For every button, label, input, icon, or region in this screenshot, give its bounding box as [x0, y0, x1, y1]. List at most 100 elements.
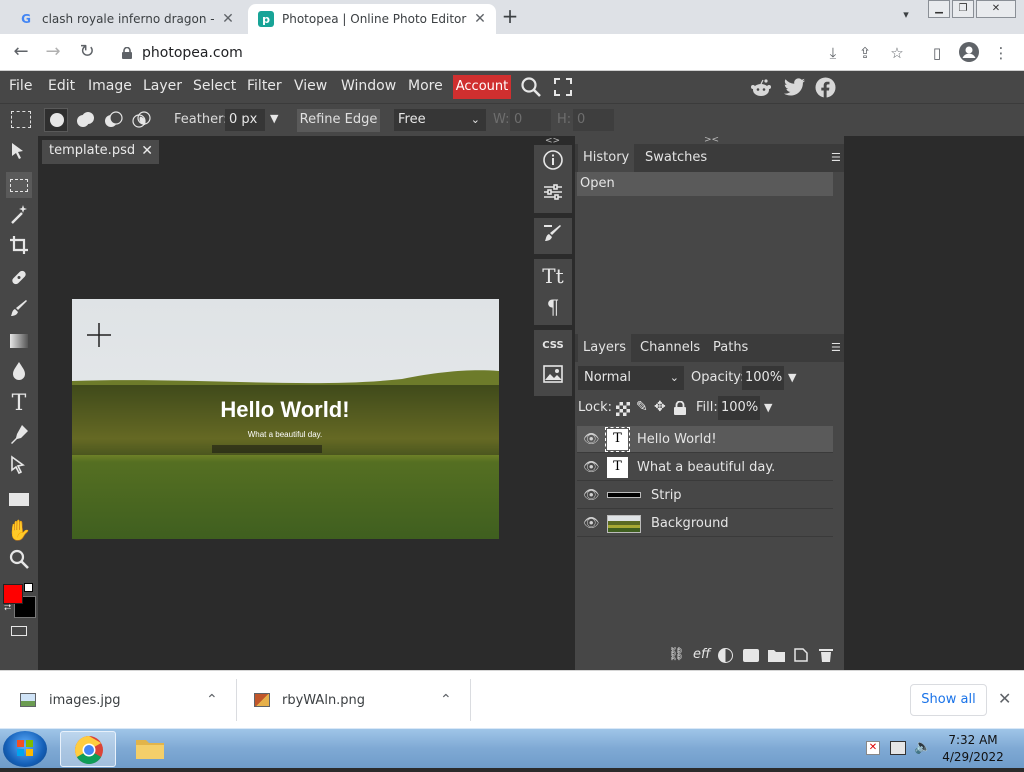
move-tool-icon[interactable] — [6, 140, 32, 166]
refine-edge-button[interactable]: Refine Edge — [297, 109, 380, 132]
swap-colors-icon[interactable]: ⮂ — [4, 603, 11, 613]
reload-button[interactable]: ↻ — [74, 40, 100, 66]
zoom-tool-icon[interactable] — [6, 548, 32, 574]
menu-image[interactable]: Image — [88, 71, 132, 103]
marquee-tool-icon[interactable] — [11, 111, 31, 128]
network-icon[interactable] — [890, 741, 906, 755]
hand-tool-icon[interactable]: ✋ — [6, 517, 32, 543]
menu-file[interactable]: File — [9, 71, 32, 103]
type-tool-icon[interactable]: T — [6, 391, 32, 417]
eye-icon[interactable]: 👁 — [583, 482, 600, 509]
brush-tool-icon[interactable] — [6, 297, 32, 323]
magic-wand-icon[interactable] — [6, 203, 32, 229]
panel-menu-icon[interactable]: ☰ — [826, 334, 846, 362]
info-icon[interactable] — [539, 149, 567, 177]
link-layers-icon[interactable]: ⛓ — [668, 647, 685, 662]
taskbar-explorer-button[interactable] — [122, 731, 178, 767]
volume-icon[interactable]: 🔈 — [914, 739, 931, 755]
menu-layer[interactable]: Layer — [143, 71, 182, 103]
close-window-button[interactable]: ✕ — [976, 0, 1016, 18]
chevron-up-icon[interactable]: ⌃ — [206, 692, 218, 708]
eye-icon[interactable]: 👁 — [583, 426, 600, 453]
feather-input[interactable]: 0 px — [225, 109, 265, 131]
fill-dropdown-icon[interactable]: ▼ — [764, 401, 772, 414]
feather-dropdown-icon[interactable]: ▼ — [270, 112, 278, 125]
intersect-selection-mode-button[interactable] — [130, 109, 152, 131]
delete-layer-icon[interactable] — [818, 647, 834, 667]
layer-row[interactable]: 👁 T What a beautiful day. — [577, 454, 833, 481]
lock-transparency-icon[interactable] — [616, 402, 630, 416]
gradient-tool-icon[interactable] — [6, 328, 32, 354]
reddit-icon[interactable] — [750, 78, 772, 102]
account-button[interactable]: Account — [453, 75, 511, 99]
adjustments-icon[interactable] — [539, 181, 567, 209]
tab-history[interactable]: History — [578, 144, 635, 172]
taskbar-clock[interactable]: 7:32 AM 4/29/2022 — [936, 732, 1010, 766]
tab-paths[interactable]: Paths — [708, 334, 753, 362]
document-canvas[interactable]: Hello World! What a beautiful day. — [72, 299, 499, 539]
style-select[interactable]: Free ⌄ — [394, 109, 486, 131]
pen-tool-icon[interactable] — [6, 423, 32, 449]
menu-edit[interactable]: Edit — [48, 71, 75, 103]
subtract-selection-mode-button[interactable] — [102, 109, 124, 131]
chrome-menu-icon[interactable]: ⋮ — [990, 42, 1012, 64]
lock-position-icon[interactable]: ✥ — [654, 399, 666, 415]
image-icon[interactable] — [539, 364, 567, 392]
show-all-downloads-button[interactable]: Show all — [910, 684, 987, 716]
forward-button[interactable]: → — [40, 40, 66, 66]
quick-mask-icon[interactable] — [11, 626, 27, 636]
opacity-input[interactable]: 100% — [742, 366, 784, 390]
lock-all-icon[interactable] — [674, 400, 686, 419]
menu-window[interactable]: Window — [341, 71, 396, 103]
install-app-icon[interactable]: ⤓ — [822, 42, 844, 64]
close-document-icon[interactable]: ✕ — [141, 140, 153, 162]
eye-icon[interactable]: 👁 — [583, 454, 600, 481]
rectangle-tool-icon[interactable] — [6, 486, 32, 512]
menu-select[interactable]: Select — [193, 71, 236, 103]
twitter-icon[interactable] — [784, 78, 806, 101]
character-icon[interactable]: Tt — [539, 262, 567, 290]
eye-icon[interactable]: 👁 — [583, 510, 600, 537]
new-tab-button[interactable]: + — [500, 6, 520, 28]
crop-tool-icon[interactable] — [6, 234, 32, 260]
start-button[interactable] — [3, 731, 47, 767]
close-tab-icon[interactable]: ✕ — [218, 11, 238, 27]
menu-view[interactable]: View — [294, 71, 327, 103]
fill-input[interactable]: 100% — [718, 396, 760, 420]
brush-settings-icon[interactable] — [539, 222, 567, 250]
blend-mode-select[interactable]: Normal ⌄ — [578, 366, 684, 390]
lock-pixels-icon[interactable]: ✎ — [636, 399, 648, 415]
css-icon[interactable]: CSS — [539, 332, 567, 360]
path-select-icon[interactable] — [6, 454, 32, 480]
history-item[interactable]: Open — [577, 172, 833, 196]
adjustment-layer-icon[interactable] — [718, 648, 733, 663]
tab-search-icon[interactable]: ▾ — [898, 8, 914, 24]
add-selection-mode-button[interactable] — [74, 109, 96, 131]
close-downloads-icon[interactable]: ✕ — [998, 689, 1011, 708]
layer-mask-icon[interactable] — [743, 649, 759, 662]
download-item[interactable]: rbyWAln.png ⌃ — [254, 671, 464, 729]
tab-channels[interactable]: Channels — [635, 334, 705, 362]
menu-filter[interactable]: Filter — [247, 71, 282, 103]
new-layer-icon[interactable] — [793, 647, 809, 667]
menu-more[interactable]: More — [408, 71, 443, 103]
bookmark-star-icon[interactable]: ☆ — [886, 42, 908, 64]
foreground-color-swatch[interactable] — [3, 584, 23, 604]
layer-effects-icon[interactable]: eff — [693, 647, 710, 662]
paragraph-icon[interactable]: ¶ — [539, 293, 567, 321]
url-field[interactable]: photopea.com — [108, 39, 908, 67]
minimize-button[interactable]: ▁ — [928, 0, 950, 18]
layer-row[interactable]: 👁 T Hello World! — [577, 426, 833, 453]
marquee-tool-icon[interactable] — [6, 172, 32, 198]
restore-button[interactable]: ❐ — [952, 0, 974, 18]
tab-swatches[interactable]: Swatches — [640, 144, 712, 172]
healing-brush-icon[interactable] — [6, 266, 32, 292]
layer-row[interactable]: 👁 Background — [577, 510, 833, 537]
close-tab-icon[interactable]: ✕ — [470, 11, 490, 27]
layer-row[interactable]: 👁 Strip — [577, 482, 833, 509]
profile-avatar-icon[interactable] — [958, 42, 980, 64]
download-item[interactable]: images.jpg ⌃ — [20, 671, 230, 729]
new-selection-mode-button[interactable] — [44, 108, 68, 132]
chevron-up-icon[interactable]: ⌃ — [440, 692, 452, 708]
browser-tab-photopea[interactable]: p Photopea | Online Photo Editor ✕ — [248, 4, 496, 34]
